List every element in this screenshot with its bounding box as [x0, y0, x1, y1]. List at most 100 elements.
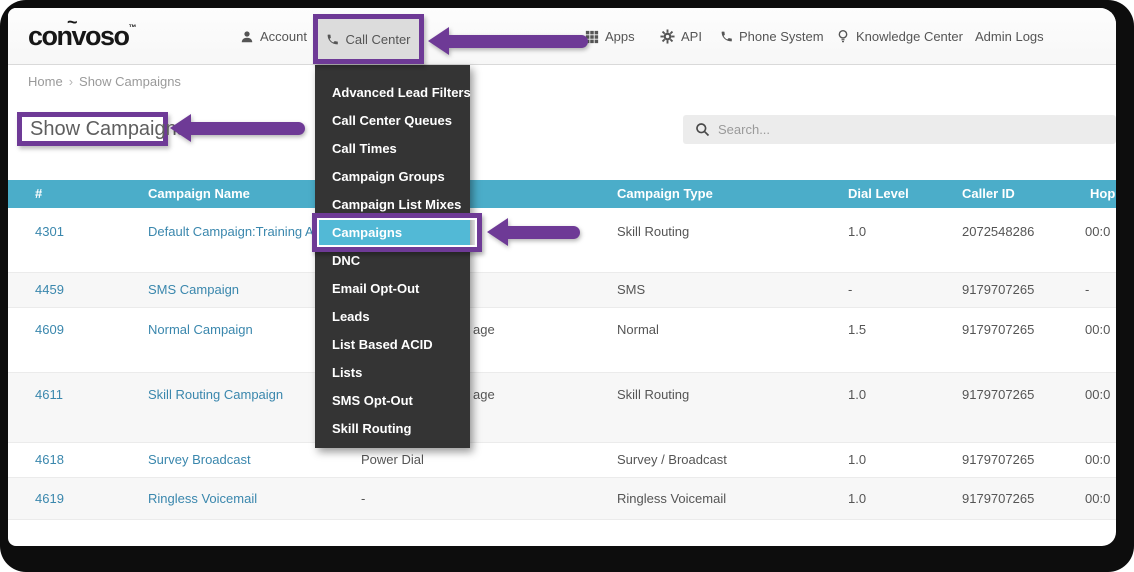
- menu-item-skill-routing[interactable]: Skill Routing: [315, 415, 470, 443]
- table-header-row: # Campaign Name Campaign Type Dial Level…: [8, 180, 1116, 208]
- nav-item-account[interactable]: Account: [240, 8, 307, 65]
- caller-id-cell: 9179707265: [962, 491, 1034, 506]
- campaign-name-link[interactable]: Survey Broadcast: [148, 452, 251, 467]
- dial-mode-cell: age: [473, 322, 495, 337]
- phone-icon: [720, 30, 733, 43]
- phone-icon: [326, 33, 339, 46]
- dial-level-cell: 1.0: [848, 224, 866, 239]
- menu-item-list-based-acid[interactable]: List Based ACID: [315, 331, 470, 359]
- arrow-shaft: [190, 122, 305, 135]
- logo-tilde-mark: ~: [67, 12, 78, 33]
- logo-text: convoso: [28, 21, 129, 51]
- campaign-id-link[interactable]: 4301: [35, 224, 64, 239]
- breadcrumb-home-link[interactable]: Home: [28, 74, 63, 89]
- dial-level-cell: 1.0: [848, 491, 866, 506]
- campaign-id-link[interactable]: 4619: [35, 491, 64, 506]
- breadcrumb: Home › Show Campaigns: [28, 74, 181, 89]
- table-row: 4459 SMS Campaign SMS - 9179707265 -: [8, 273, 1116, 308]
- column-header-campaign-type[interactable]: Campaign Type: [617, 186, 713, 201]
- dial-level-cell: 1.0: [848, 452, 866, 467]
- dial-level-cell: -: [848, 282, 852, 297]
- hop-cell: 00:0: [1085, 491, 1110, 506]
- breadcrumb-current: Show Campaigns: [79, 74, 181, 89]
- nav-item-label: Admin Logs: [975, 29, 1044, 44]
- dial-mode-cell: age: [473, 387, 495, 402]
- nav-item-api[interactable]: API: [660, 8, 702, 65]
- nav-item-label: API: [681, 29, 702, 44]
- column-header-hop[interactable]: Hop: [1090, 186, 1115, 201]
- hop-cell: 00:0: [1085, 322, 1110, 337]
- nav-item-label: Phone System: [739, 29, 824, 44]
- table-row: 4618 Survey Broadcast Power Dial Survey …: [8, 443, 1116, 478]
- hop-cell: 00:0: [1085, 224, 1110, 239]
- column-header-campaign-name[interactable]: Campaign Name: [148, 186, 250, 201]
- nav-item-label: Apps: [605, 29, 635, 44]
- table-row: 4611 Skill Routing Campaign age Skill Ro…: [8, 373, 1116, 443]
- campaign-type-cell: Skill Routing: [617, 387, 689, 402]
- search-bar[interactable]: [683, 115, 1116, 144]
- campaign-name-link[interactable]: Skill Routing Campaign: [148, 387, 283, 402]
- arrow-head: [170, 114, 191, 142]
- arrow-shaft: [448, 35, 588, 48]
- campaign-name-link[interactable]: Default Campaign:Training A: [148, 224, 314, 239]
- caller-id-cell: 9179707265: [962, 322, 1034, 337]
- menu-item-advanced-lead-filters[interactable]: Advanced Lead Filters: [315, 79, 470, 107]
- campaign-name-link[interactable]: Ringless Voicemail: [148, 491, 257, 506]
- menu-item-leads[interactable]: Leads: [315, 303, 470, 331]
- campaign-name-link[interactable]: SMS Campaign: [148, 282, 239, 297]
- campaign-id-link[interactable]: 4618: [35, 452, 64, 467]
- arrow-head: [487, 218, 508, 246]
- nav-item-phone-system[interactable]: Phone System: [720, 8, 824, 65]
- column-header-dial-level[interactable]: Dial Level: [848, 186, 909, 201]
- nav-item-call-center[interactable]: Call Center: [313, 14, 424, 64]
- nav-item-admin-logs[interactable]: Admin Logs: [975, 8, 1044, 65]
- table-row: 4619 Ringless Voicemail - Ringless Voice…: [8, 478, 1116, 520]
- nav-item-label: Call Center: [345, 32, 410, 47]
- dial-mode-cell: -: [361, 491, 365, 506]
- menu-item-email-opt-out[interactable]: Email Opt-Out: [315, 275, 470, 303]
- nav-item-label: Account: [260, 29, 307, 44]
- lightbulb-icon: [836, 29, 850, 44]
- arrow-head: [428, 27, 449, 55]
- campaign-id-link[interactable]: 4609: [35, 322, 64, 337]
- table-row: 4301 Default Campaign:Training A Skill R…: [8, 208, 1116, 273]
- nav-item-apps[interactable]: Apps: [585, 8, 635, 65]
- campaign-type-cell: Ringless Voicemail: [617, 491, 726, 506]
- nav-item-knowledge-center[interactable]: Knowledge Center: [836, 8, 963, 65]
- hop-cell: 00:0: [1085, 452, 1110, 467]
- page-title-annotation-box: Show Campaigns: [17, 112, 168, 146]
- campaign-type-cell: Normal: [617, 322, 659, 337]
- arrow-shaft: [507, 226, 580, 239]
- campaign-name-link[interactable]: Normal Campaign: [148, 322, 253, 337]
- column-header-number[interactable]: #: [35, 186, 42, 201]
- app-screen: convoso™ ~ Account Apps API Phone System: [8, 8, 1116, 546]
- gear-icon: [660, 29, 675, 44]
- search-input[interactable]: [718, 122, 1078, 137]
- caller-id-cell: 2072548286: [962, 224, 1034, 239]
- breadcrumb-separator: ›: [69, 74, 73, 89]
- call-center-dropdown-menu: Advanced Lead Filters Call Center Queues…: [315, 65, 470, 448]
- campaign-type-cell: SMS: [617, 282, 645, 297]
- menu-item-call-center-queues[interactable]: Call Center Queues: [315, 107, 470, 135]
- convoso-logo[interactable]: convoso™ ~: [28, 21, 137, 52]
- column-header-caller-id[interactable]: Caller ID: [962, 186, 1015, 201]
- campaign-id-link[interactable]: 4611: [35, 387, 63, 402]
- campaigns-menu-annotation-box: [312, 213, 482, 252]
- caller-id-cell: 9179707265: [962, 282, 1034, 297]
- caller-id-cell: 9179707265: [962, 387, 1034, 402]
- menu-item-campaign-groups[interactable]: Campaign Groups: [315, 163, 470, 191]
- dial-mode-cell: Power Dial: [361, 452, 424, 467]
- campaign-type-cell: Skill Routing: [617, 224, 689, 239]
- menu-item-call-times[interactable]: Call Times: [315, 135, 470, 163]
- dial-level-cell: 1.5: [848, 322, 866, 337]
- campaign-id-link[interactable]: 4459: [35, 282, 64, 297]
- nav-item-label: Knowledge Center: [856, 29, 963, 44]
- caller-id-cell: 9179707265: [962, 452, 1034, 467]
- table-row: 4609 Normal Campaign age Normal 1.5 9179…: [8, 308, 1116, 373]
- window-frame: convoso™ ~ Account Apps API Phone System: [0, 0, 1134, 572]
- user-icon: [240, 30, 254, 44]
- menu-item-sms-opt-out[interactable]: SMS Opt-Out: [315, 387, 470, 415]
- page-title: Show Campaigns: [22, 118, 187, 141]
- menu-item-lists[interactable]: Lists: [315, 359, 470, 387]
- dial-level-cell: 1.0: [848, 387, 866, 402]
